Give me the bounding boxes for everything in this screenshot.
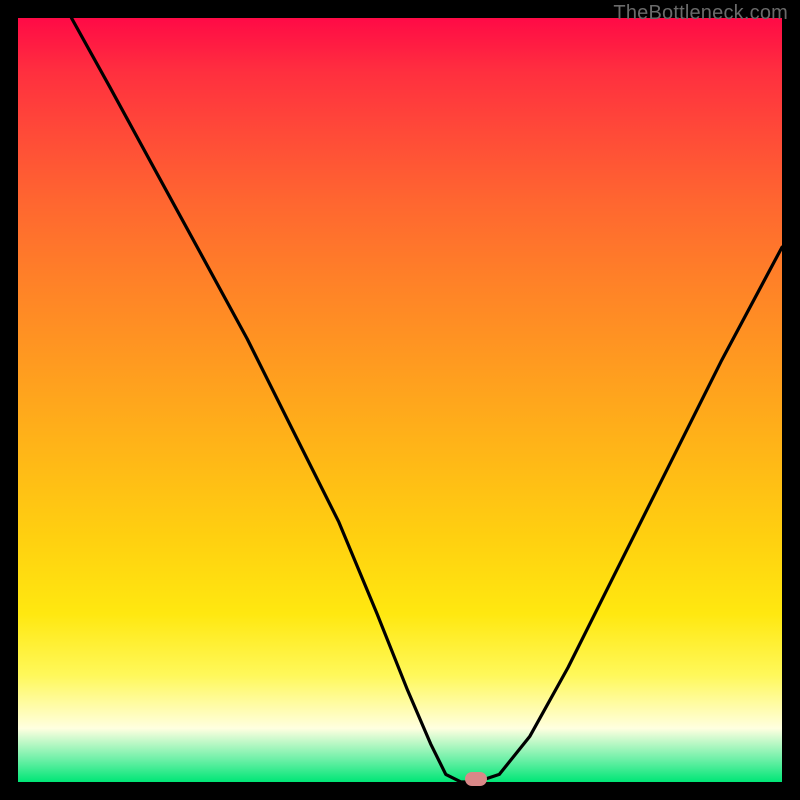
- bottleneck-curve: [72, 18, 783, 782]
- optimal-marker: [465, 772, 487, 786]
- watermark-text: TheBottleneck.com: [613, 2, 788, 25]
- curve-layer: [18, 18, 782, 782]
- plot-area: [18, 18, 782, 782]
- chart-container: TheBottleneck.com: [0, 0, 800, 800]
